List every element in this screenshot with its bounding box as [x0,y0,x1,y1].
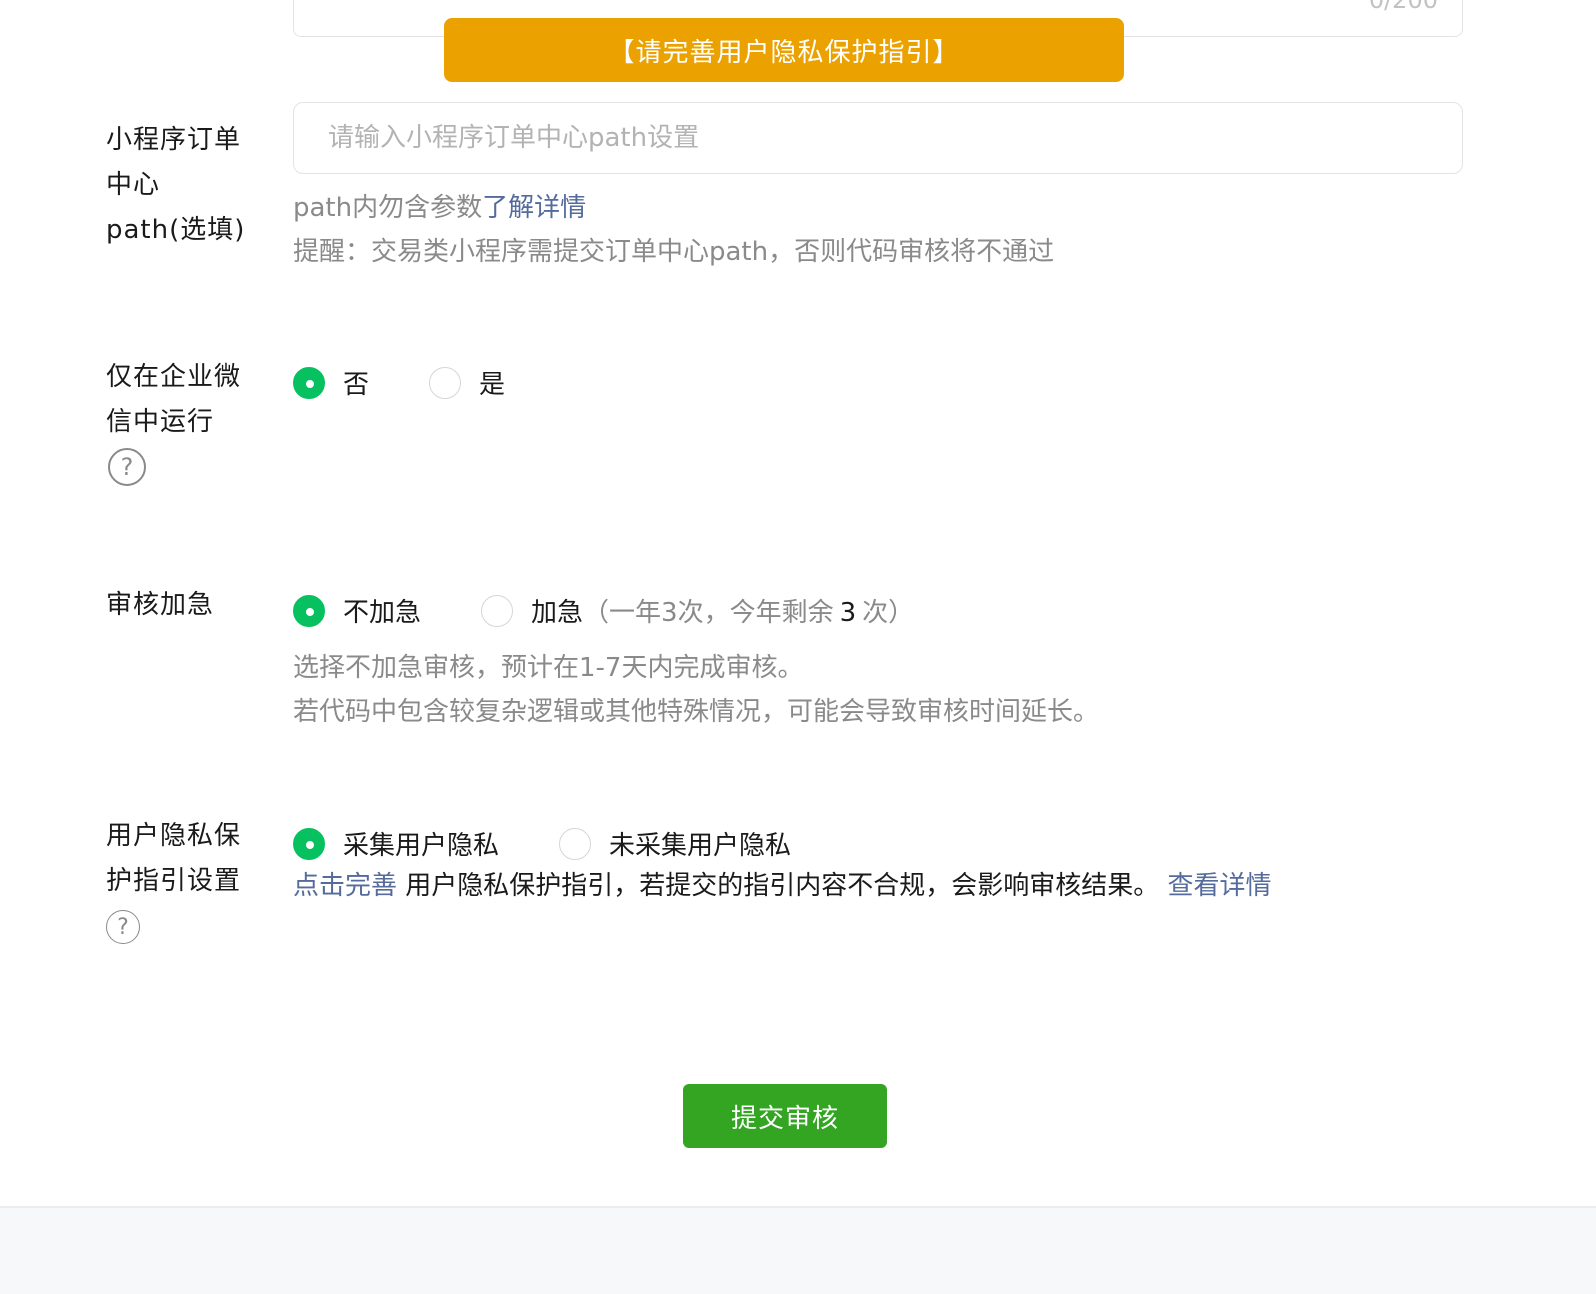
wecom-only-radio-group: 否 是 [293,364,565,401]
radio-label: 采集用户隐私 [343,831,500,861]
radio-checked-icon [293,827,325,860]
expedite-radio-group: 不加急 加急 （一年3次，今年剩余 3 次） [293,592,974,629]
radio-checked-icon [293,594,325,627]
no-expedite-radio[interactable]: 不加急 [293,592,421,629]
radio-label: 未采集用户隐私 [609,831,792,861]
quota-note-suffix: 次） [862,598,915,628]
wecom-only-yes-radio[interactable]: 是 [429,364,505,401]
expedite-radio[interactable]: 加急 （一年3次，今年剩余 3 次） [481,592,914,629]
wecom-only-label: 仅在企业微信中运行 [106,362,242,437]
remaining-count: 3 [839,598,857,628]
privacy-radio-group: 采集用户隐私 未采集用户隐私 [293,825,851,862]
radio-label: 不加急 [343,598,422,628]
privacy-desc: 点击完善 用户隐私保护指引，若提交的指引内容不合规，会影响审核结果。 查看详情 [293,864,1272,909]
wecom-only-no-radio[interactable]: 否 [293,364,369,401]
privacy-desc-text: 用户隐私保护指引，若提交的指引内容不合规，会影响审核结果。 [397,871,1168,901]
radio-checked-icon [293,366,325,399]
radio-unchecked-icon [559,827,592,860]
expedite-label: 审核加急 [106,590,215,620]
collect-privacy-radio[interactable]: 采集用户隐私 [293,825,499,862]
order-path-hint: path内勿含参数了解详情 [293,186,586,231]
radio-unchecked-icon [481,594,514,627]
order-path-reminder: 提醒：交易类小程序需提交订单中心path，否则代码审核将不通过 [293,237,1055,267]
char-counter: 0/200 [1368,0,1438,14]
question-circle-icon[interactable]: ? [108,448,146,486]
radio-label: 加急 [531,598,584,628]
expedite-desc-line2: 若代码中包含较复杂逻辑或其他特殊情况，可能会导致审核时间延长。 [293,697,1100,727]
page-footer [0,1206,1596,1294]
order-path-input[interactable] [293,102,1463,174]
submit-review-form: 0/200 【请完善用户隐私保护指引】 小程序订单中心path(选填) path… [0,0,1596,1294]
radio-label: 否 [343,370,370,400]
radio-label: 是 [479,370,506,400]
privacy-label: 用户隐私保护指引设置 [106,821,242,896]
complete-privacy-link[interactable]: 点击完善 [293,871,397,901]
submit-review-button[interactable]: 提交审核 [683,1084,887,1148]
order-path-hint-text: path内勿含参数 [293,193,483,223]
view-details-link[interactable]: 查看详情 [1168,871,1272,901]
learn-more-link[interactable]: 了解详情 [482,193,586,223]
privacy-guide-toast: 【请完善用户隐私保护指引】 [444,18,1124,82]
question-circle-icon[interactable]: ? [106,910,140,944]
no-collect-privacy-radio[interactable]: 未采集用户隐私 [559,825,791,862]
order-path-label: 小程序订单中心path(选填) [106,125,246,245]
quota-note-prefix: （一年3次，今年剩余 [583,598,834,628]
expedite-desc-line1: 选择不加急审核，预计在1-7天内完成审核。 [293,653,804,683]
expedite-quota-note: （一年3次，今年剩余 3 次） [583,592,914,629]
radio-unchecked-icon [429,366,462,399]
